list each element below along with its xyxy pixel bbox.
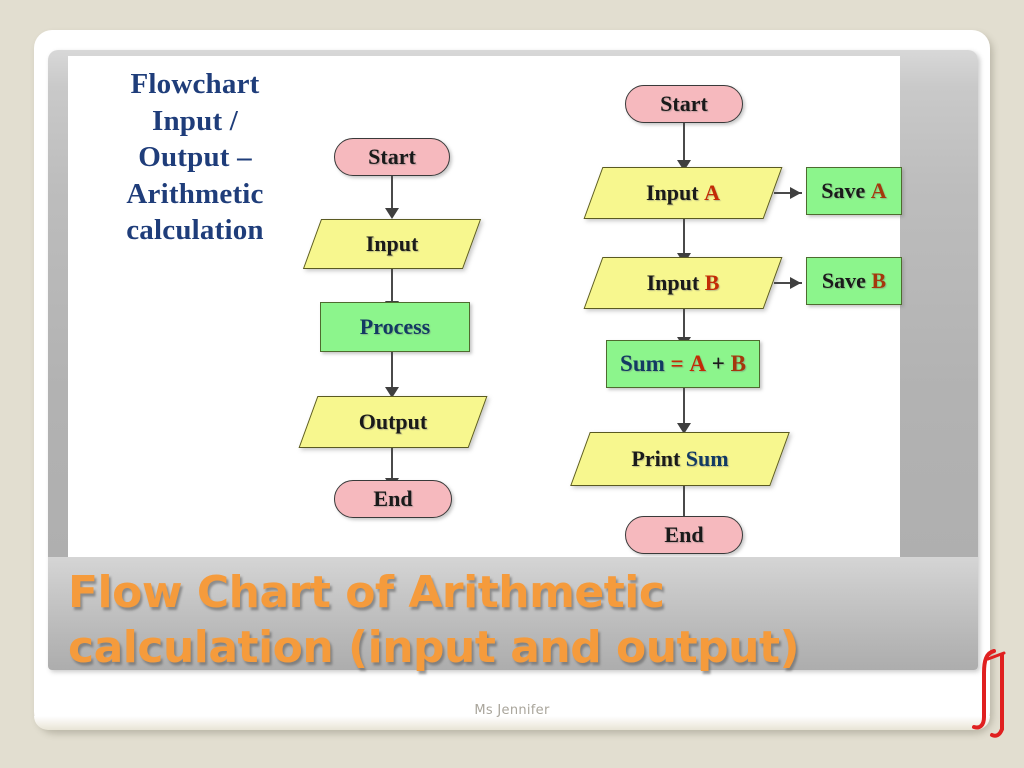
print-word: Print <box>631 446 681 471</box>
connector-process-output <box>391 352 393 392</box>
node-start-left[interactable]: Start <box>334 138 450 176</box>
equals-sign: = <box>670 351 684 376</box>
node-input-a-label: Input A <box>593 167 773 219</box>
node-process-left[interactable]: Process <box>320 302 470 352</box>
arrowhead-start-input <box>385 208 399 219</box>
slide-title: Flow Chart of Arithmetic calculation (in… <box>68 567 800 674</box>
plus-sign: + <box>711 351 725 376</box>
node-input-b[interactable]: Input B <box>583 257 783 309</box>
node-output-left[interactable]: Output <box>298 396 488 448</box>
variable-b: B <box>704 270 720 295</box>
print-sum-word: Sum <box>685 446 729 471</box>
node-end-left[interactable]: End <box>334 480 452 518</box>
variable-a: A <box>704 180 720 205</box>
node-print-sum[interactable]: Print Sum <box>570 432 790 486</box>
save-word-a: Save <box>821 178 866 203</box>
node-start-right[interactable]: Start <box>625 85 743 123</box>
variable-b-save: B <box>871 268 887 293</box>
node-save-b[interactable]: Save B <box>806 257 902 305</box>
node-save-a[interactable]: Save A <box>806 167 902 215</box>
node-output-left-label: Output <box>358 409 428 434</box>
node-input-left-label: Input <box>365 231 419 256</box>
input-word-b: Input <box>646 270 700 295</box>
node-sum[interactable]: Sum = A + B <box>606 340 760 388</box>
arrowhead-inputb-saveb <box>790 277 801 289</box>
sum-variable-b: B <box>730 351 746 376</box>
node-input-left[interactable]: Input <box>302 219 482 269</box>
variable-a-save: A <box>870 178 887 203</box>
connector-start-inputa <box>683 123 685 165</box>
node-input-b-label: Input B <box>593 257 773 309</box>
sum-word: Sum <box>620 351 665 376</box>
input-word-a: Input <box>646 180 699 205</box>
slide-title-band: Flow Chart of Arithmetic calculation (in… <box>48 557 978 673</box>
sum-variable-a: A <box>689 351 707 376</box>
node-end-right[interactable]: End <box>625 516 743 554</box>
arrowhead-inputa-savea <box>790 187 801 199</box>
flowchart-heading: Flowchart Input / Output – Arithmetic ca… <box>126 68 264 247</box>
connector-sum-print <box>683 388 685 428</box>
node-print-sum-label: Print Sum <box>580 432 780 486</box>
slide-stage: Flowchart Input / Output – Arithmetic ca… <box>0 0 1024 768</box>
flowchart-image: Flowchart Input / Output – Arithmetic ca… <box>68 56 902 557</box>
footer-shade <box>34 716 990 730</box>
presenter-note: Ms Jennifer <box>474 703 550 718</box>
node-input-a[interactable]: Input A <box>583 167 783 219</box>
save-word-b: Save <box>821 268 866 293</box>
